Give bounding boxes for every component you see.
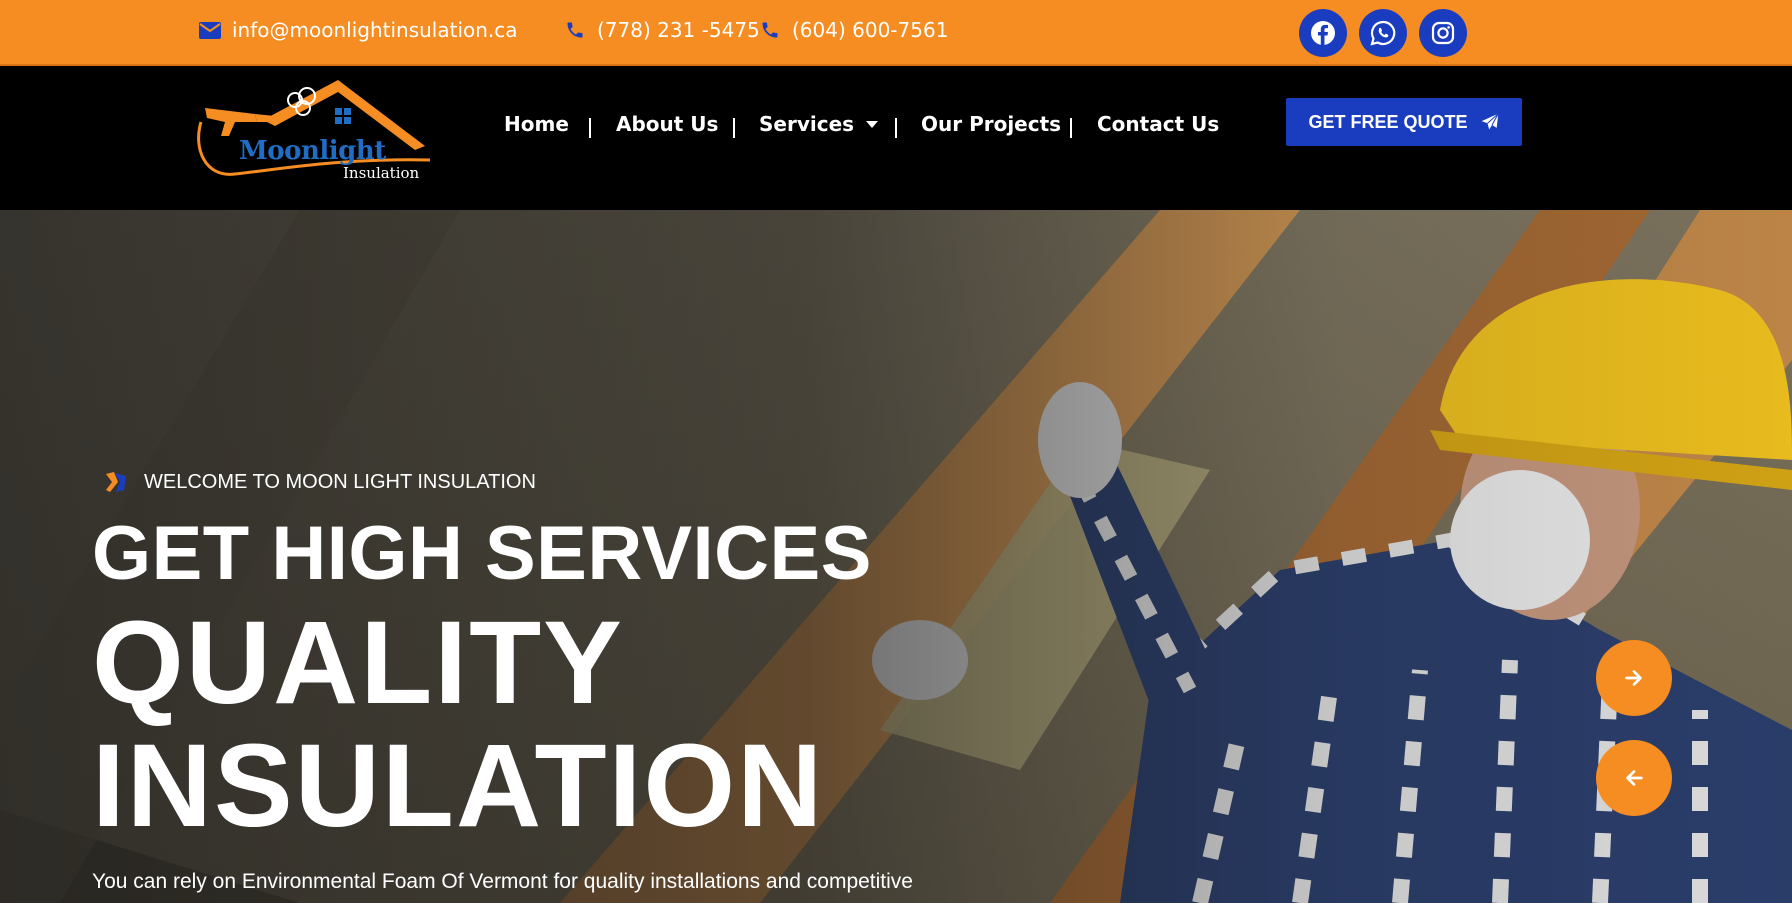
- nav-home[interactable]: Home: [504, 112, 569, 136]
- phone2-text[interactable]: (604) 600-7561: [792, 18, 948, 42]
- phone-icon: [758, 18, 782, 42]
- nav-divider: [1070, 118, 1072, 138]
- nav-our-projects[interactable]: Our Projects: [921, 112, 1061, 136]
- chevron-down-icon: [866, 120, 879, 128]
- hero-headline-1: GET HIGH SERVICES: [92, 511, 872, 596]
- whatsapp-button[interactable]: [1359, 9, 1407, 57]
- nav-divider: [589, 118, 591, 138]
- hero-description: You can rely on Environmental Foam Of Ve…: [92, 870, 913, 893]
- phone1-text[interactable]: (778) 231 -5475: [597, 18, 760, 42]
- site-logo[interactable]: Moonlight Insulation: [195, 78, 431, 183]
- instagram-icon: [1431, 21, 1455, 45]
- email-text[interactable]: info@moonlightinsulation.ca: [232, 18, 518, 42]
- phone-contact-2[interactable]: (604) 600-7561: [758, 16, 948, 44]
- hero-headline-2: QUALITY: [92, 597, 624, 729]
- nav-divider: [895, 118, 897, 138]
- phone-icon: [563, 18, 587, 42]
- top-contact-bar: info@moonlightinsulation.ca (778) 231 -5…: [0, 0, 1792, 66]
- logo-subtitle: Insulation: [343, 164, 420, 182]
- main-header: Moonlight Insulation Home About Us Servi…: [0, 68, 1792, 210]
- phone-contact-1[interactable]: (778) 231 -5475: [563, 16, 760, 44]
- instagram-button[interactable]: [1419, 9, 1467, 57]
- hero-welcome: WELCOME TO MOON LIGHT INSULATION: [104, 470, 536, 494]
- paper-plane-icon: [1481, 113, 1499, 130]
- envelope-icon: [198, 18, 222, 42]
- nav-services-label: Services: [759, 112, 855, 136]
- hero-headline-3: INSULATION: [92, 720, 825, 852]
- arrow-left-icon: [1626, 770, 1643, 786]
- email-contact[interactable]: info@moonlightinsulation.ca: [198, 16, 518, 44]
- brand-mark-icon: [106, 472, 126, 492]
- whatsapp-icon: [1370, 20, 1396, 46]
- slider-next-button[interactable]: [1596, 640, 1672, 716]
- facebook-button[interactable]: [1299, 9, 1347, 57]
- nav-divider: [733, 118, 735, 138]
- facebook-icon: [1311, 21, 1335, 45]
- get-free-quote-button[interactable]: GET FREE QUOTE: [1286, 98, 1522, 146]
- nav-about-us[interactable]: About Us: [616, 112, 718, 136]
- hero-welcome-text: WELCOME TO MOON LIGHT INSULATION: [144, 470, 536, 493]
- nav-services[interactable]: Services: [759, 112, 879, 136]
- slider-prev-button[interactable]: [1596, 740, 1672, 816]
- nav-contact-us[interactable]: Contact Us: [1097, 112, 1219, 136]
- quote-button-label: GET FREE QUOTE: [1308, 111, 1468, 132]
- hero-slider: WELCOME TO MOON LIGHT INSULATION GET HIG…: [0, 210, 1792, 903]
- arrow-right-icon: [1625, 670, 1642, 686]
- logo-name: Moonlight: [239, 136, 386, 166]
